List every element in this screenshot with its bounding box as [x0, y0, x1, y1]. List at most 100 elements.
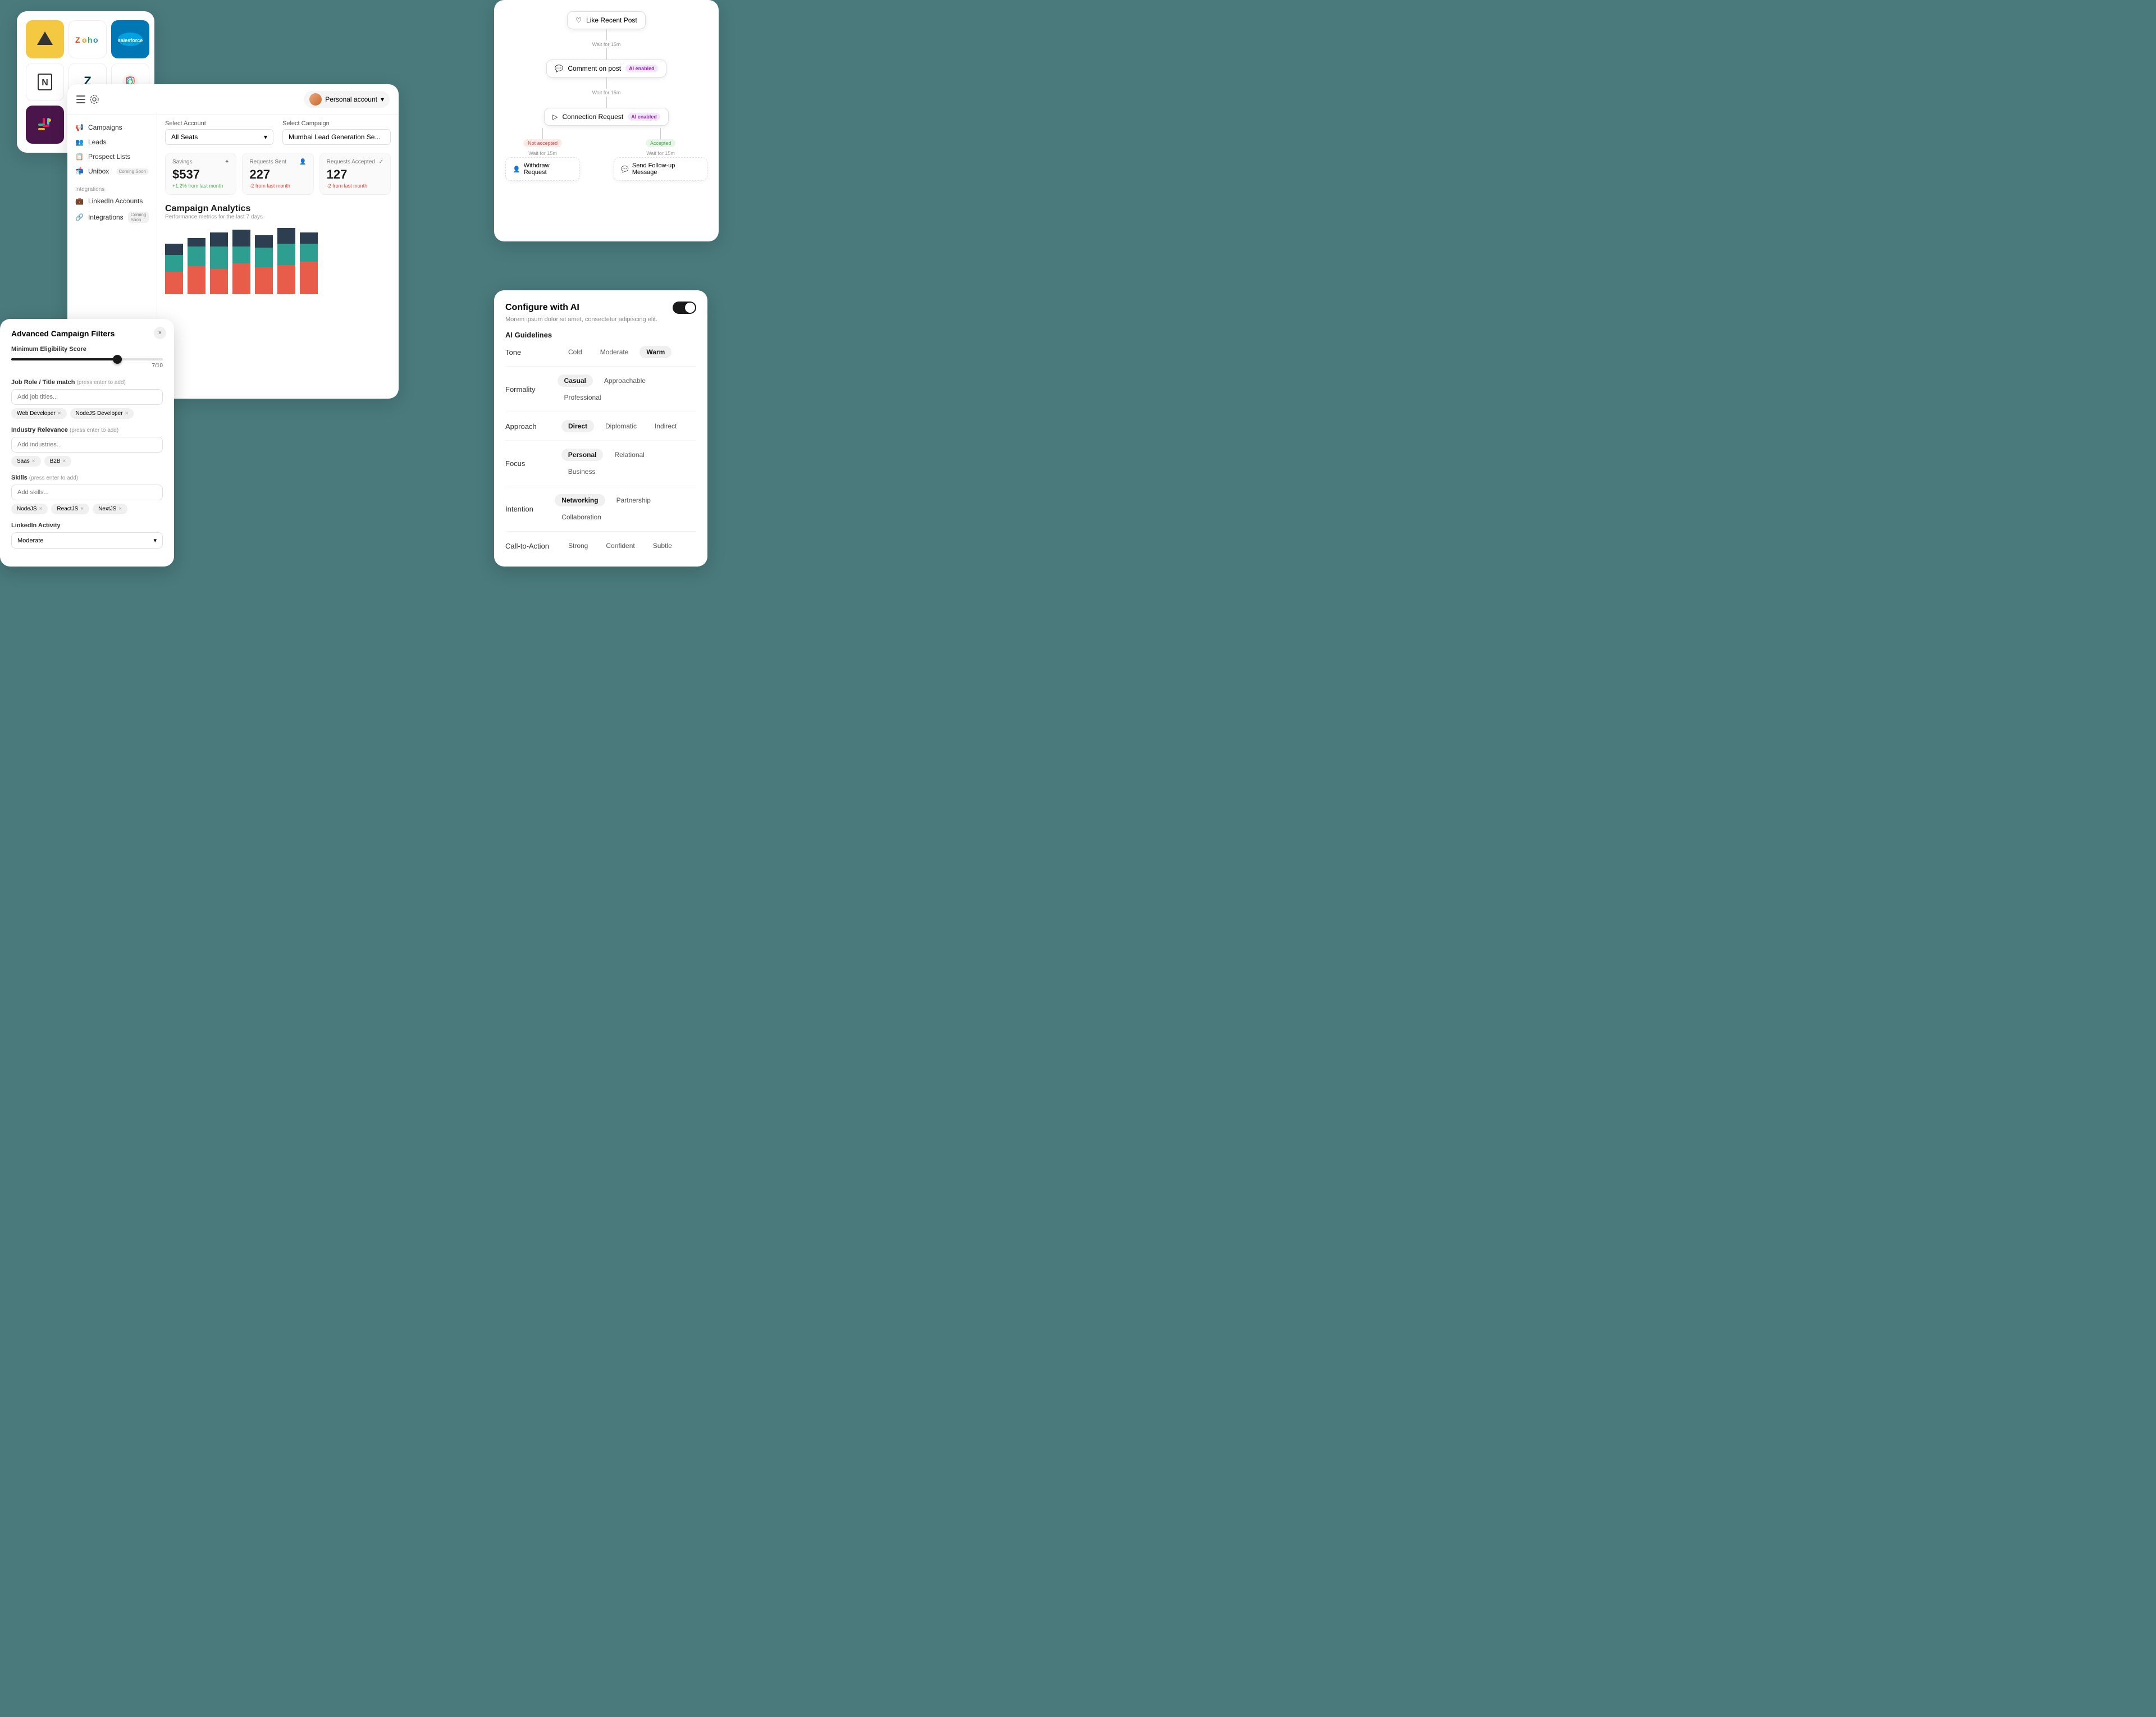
integration-salesforce[interactable]: salesforce: [111, 20, 149, 58]
linkedin-activity-select[interactable]: Moderate ▾: [11, 532, 163, 549]
filter-linkedin-activity: LinkedIn Activity Moderate ▾: [11, 522, 163, 549]
intention-collaboration[interactable]: Collaboration: [555, 511, 608, 523]
sidebar-item-linkedin[interactable]: 💼 LinkedIn Accounts: [67, 194, 157, 208]
job-role-label: Job Role / Title match (press enter to a…: [11, 379, 163, 386]
settings-icon[interactable]: [90, 95, 99, 104]
sidebar-item-integrations[interactable]: 🔗 Integrations Coming Soon: [67, 208, 157, 226]
sidebar-item-leads[interactable]: 👥 Leads: [67, 135, 157, 149]
remove-tag-b2b[interactable]: ×: [63, 458, 66, 464]
formality-professional[interactable]: Professional: [558, 391, 608, 404]
bar-5: [255, 235, 273, 294]
remove-tag-reactjs[interactable]: ×: [80, 506, 84, 512]
ai-config-title: Configure with AI: [505, 303, 579, 313]
tone-label: Tone: [505, 348, 561, 357]
cta-confident[interactable]: Confident: [599, 540, 641, 552]
metric-savings: Savings ✦ $537 +1.2% from last month: [165, 153, 236, 195]
heart-icon: ♡: [575, 16, 582, 24]
remove-tag-nodejs[interactable]: ×: [39, 506, 43, 512]
tone-warm[interactable]: Warm: [640, 346, 672, 358]
wf-branch-rejected: Not accepted Wait for 15m 👤 Withdraw Req…: [505, 128, 580, 181]
bar-coral: [232, 263, 250, 294]
account-select-value: All Seats: [171, 133, 198, 141]
leads-icon: 👥: [75, 138, 84, 146]
integration-slack[interactable]: [26, 106, 64, 144]
formality-approachable[interactable]: Approachable: [597, 375, 652, 387]
intention-networking[interactable]: Networking: [555, 494, 605, 506]
approach-indirect[interactable]: Indirect: [648, 420, 683, 432]
remove-tag-web-developer[interactable]: ×: [58, 410, 61, 417]
campaign-select-label: Select Campaign: [282, 120, 391, 127]
wf-node-connection: ▷ Connection Request AI enabled: [544, 108, 669, 126]
focus-personal[interactable]: Personal: [561, 449, 604, 461]
bar-coral: [188, 266, 205, 294]
industry-tags: Saas × B2B ×: [11, 456, 163, 467]
integration-zoho[interactable]: Zoho: [68, 20, 107, 58]
ai-toggle[interactable]: [673, 302, 696, 314]
ai-config-card: Configure with AI Morem ipsum dolor sit …: [494, 290, 707, 567]
job-role-input[interactable]: [11, 389, 163, 405]
followup-icon: 💬: [621, 166, 629, 173]
wf-connector: [606, 97, 607, 108]
metric-savings-value: $537: [172, 167, 229, 182]
remove-tag-saas[interactable]: ×: [32, 458, 35, 464]
industry-label: Industry Relevance (press enter to add): [11, 427, 163, 433]
campaign-select[interactable]: Mumbai Lead Generation Se...: [282, 129, 391, 145]
close-button[interactable]: ×: [154, 327, 166, 339]
withdraw-icon: 👤: [513, 166, 520, 173]
toggle-thumb: [685, 303, 695, 313]
approach-diplomatic[interactable]: Diplomatic: [599, 420, 643, 432]
skills-input[interactable]: [11, 485, 163, 500]
cta-strong[interactable]: Strong: [561, 540, 595, 552]
eligibility-slider[interactable]: 7/10: [11, 356, 163, 371]
withdraw-label: Withdraw Request: [524, 162, 573, 176]
industry-input[interactable]: [11, 437, 163, 453]
metric-requests-sent: Requests Sent 👤 227 -2 from last month: [242, 153, 313, 195]
tone-cold[interactable]: Cold: [561, 346, 589, 358]
metric-savings-change: +1.2% from last month: [172, 183, 229, 189]
remove-tag-nextjs[interactable]: ×: [118, 506, 122, 512]
linkedin-icon: 💼: [75, 197, 84, 205]
slider-fill: [11, 358, 117, 360]
campaigns-icon: 📢: [75, 124, 84, 131]
account-chevron-icon: ▾: [264, 133, 267, 141]
accepted-label: Accepted: [646, 139, 676, 147]
workflow-card: ♡ Like Recent Post Wait for 15m 💬 Commen…: [494, 0, 719, 241]
wf-connector: [606, 48, 607, 60]
bar-dark: [165, 244, 183, 255]
tone-moderate[interactable]: Moderate: [593, 346, 636, 358]
integration-notion[interactable]: N: [26, 63, 64, 101]
sidebar-item-campaigns[interactable]: 📢 Campaigns: [67, 120, 157, 135]
remove-tag-nodejs-developer[interactable]: ×: [125, 410, 129, 417]
bar-teal: [165, 255, 183, 272]
formality-casual[interactable]: Casual: [558, 375, 593, 387]
linkedin-activity-value: Moderate: [17, 537, 43, 544]
approach-direct[interactable]: Direct: [561, 420, 594, 432]
bar-coral: [277, 265, 295, 294]
bar-6: [277, 228, 295, 294]
sidebar-toggle-icon[interactable]: [76, 95, 85, 103]
requests-accepted-value: 127: [327, 167, 383, 182]
avatar: [309, 93, 322, 106]
wf-connector: [542, 128, 543, 139]
config-row-approach: Approach Direct Diplomatic Indirect: [505, 420, 696, 432]
intention-partnership[interactable]: Partnership: [610, 494, 657, 506]
wf-branch-accepted: Accepted Wait for 15m 💬 Send Follow-up M…: [614, 128, 707, 181]
requests-accepted-icon: ✓: [379, 159, 383, 165]
integration-acuity[interactable]: [26, 20, 64, 58]
sidebar-item-unibox[interactable]: 📬 Unibox Coming Soon: [67, 164, 157, 179]
metrics-row: Savings ✦ $537 +1.2% from last month Req…: [165, 153, 391, 195]
sidebar-item-prospect-lists[interactable]: 📋 Prospect Lists: [67, 149, 157, 164]
focus-business[interactable]: Business: [561, 465, 602, 478]
focus-relational[interactable]: Relational: [607, 449, 651, 461]
dashboard-header: Personal account ▾: [67, 84, 399, 115]
integrations-nav-icon: 🔗: [75, 213, 84, 221]
cta-subtle[interactable]: Subtle: [646, 540, 679, 552]
svg-text:Z: Z: [75, 35, 80, 44]
account-selector[interactable]: Personal account ▾: [304, 91, 390, 108]
job-role-sublabel: (press enter to add): [77, 380, 126, 386]
svg-text:o: o: [82, 35, 87, 44]
slider-value: 7/10: [11, 363, 163, 369]
account-select[interactable]: All Seats ▾: [165, 129, 273, 145]
tag-nodejs-developer: NodeJS Developer ×: [70, 408, 134, 419]
wf-connection-label: Connection Request: [562, 113, 623, 121]
